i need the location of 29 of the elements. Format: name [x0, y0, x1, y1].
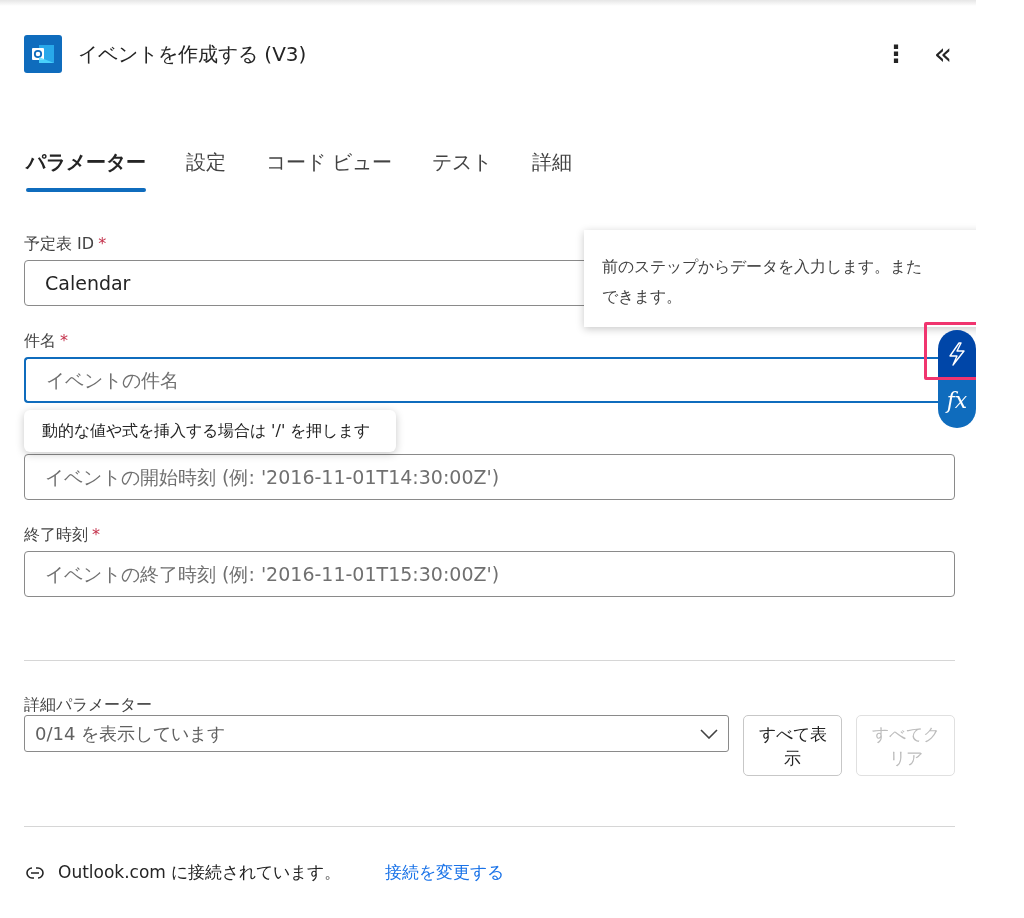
required-asterisk: *	[60, 330, 68, 352]
section-label: 詳細パラメーター	[24, 694, 153, 715]
expression-button[interactable]: fx	[938, 378, 976, 428]
field-label: 終了時刻	[24, 524, 88, 546]
input-field[interactable]: イベントの終了時刻 (例: '2016-11-01T15:30:00Z')	[24, 551, 955, 597]
input-field[interactable]: イベントの件名	[24, 357, 938, 403]
lightning-icon	[947, 341, 967, 367]
tab[interactable]: コード ビュー	[266, 132, 393, 192]
required-asterisk: *	[92, 524, 100, 546]
panel-title: イベントを作成する (V3)	[78, 41, 308, 68]
action-button[interactable]: すべて表示	[743, 715, 842, 776]
collapse-button[interactable]: «	[928, 39, 958, 69]
tab[interactable]: パラメーター	[26, 132, 146, 192]
tab[interactable]: 詳細	[532, 132, 573, 192]
hint-tooltip: 動的な値や式を挿入する場合は '/' を押します	[24, 410, 396, 452]
change-connection-link[interactable]: 接続を変更する	[385, 860, 505, 886]
more-options-button[interactable]: ⋮	[884, 36, 908, 72]
field-label: 予定表 ID	[24, 233, 95, 255]
field-label: 件名	[24, 330, 56, 352]
chevron-down-icon	[700, 728, 718, 739]
connection-status: Outlook.com に接続されています。	[58, 861, 342, 884]
tab[interactable]: 設定	[186, 132, 226, 192]
tooltip-text: できます。	[602, 286, 683, 308]
input-field[interactable]: イベントの開始時刻 (例: '2016-11-01T14:30:00Z')	[24, 454, 955, 500]
tab[interactable]: テスト	[432, 132, 493, 192]
dynamic-content-button[interactable]	[938, 330, 976, 378]
outlook-calendar-icon	[24, 35, 62, 73]
dropdown[interactable]: 0/14 を表示しています	[24, 715, 729, 752]
required-asterisk: *	[98, 233, 107, 255]
